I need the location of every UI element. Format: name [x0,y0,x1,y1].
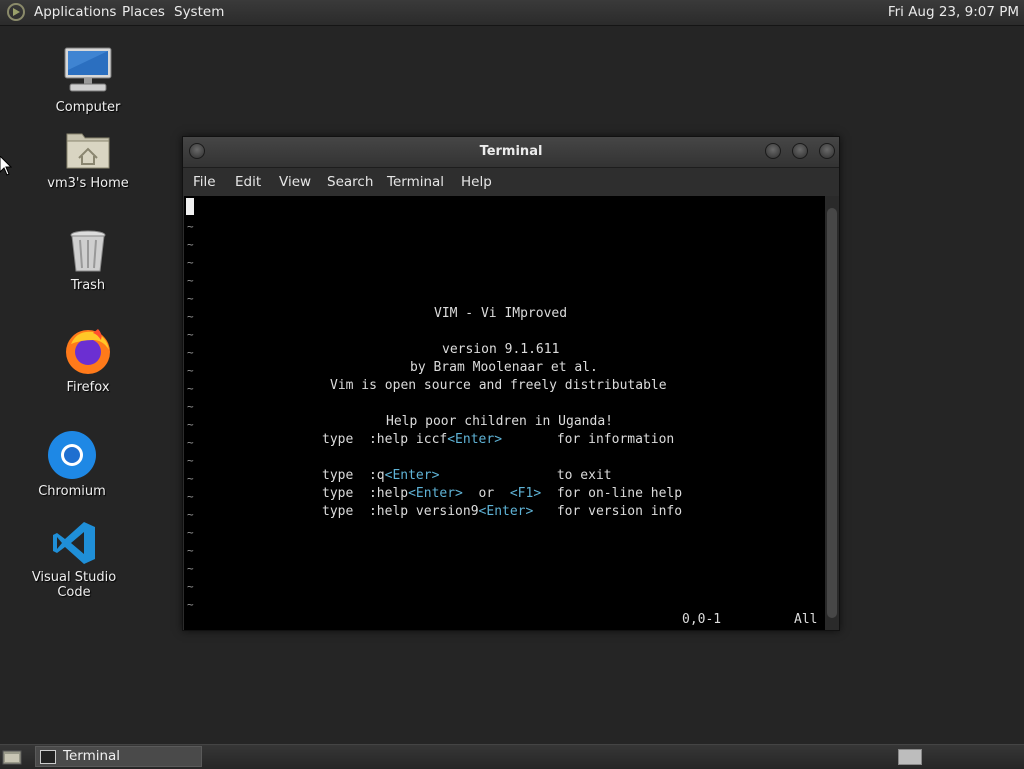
desktop-icon-chromium[interactable]: Chromium [12,430,132,499]
desktop-icon-home[interactable]: vm3's Home [28,128,148,191]
vim-help-line: type :help iccf<Enter> for information [322,432,675,447]
taskbar-terminal-button[interactable]: Terminal [35,746,202,767]
desktop-icon-label: Trash [70,278,106,293]
vim-tilde-marker: ~ [187,400,194,413]
desktop-icon-label: Chromium [38,484,106,499]
vim-tilde-marker: ~ [187,418,194,431]
computer-icon [64,47,112,92]
maximize-button[interactable] [792,143,808,159]
minimize-button[interactable] [765,143,781,159]
menu-file[interactable]: File [193,174,216,190]
vim-tilde-marker: ~ [187,436,194,449]
workspace-switcher[interactable] [898,749,922,765]
vim-tilde-marker: ~ [187,346,194,359]
vim-tilde-marker: ~ [187,580,194,593]
vim-tilde-marker: ~ [187,220,194,233]
menu-help[interactable]: Help [461,174,492,190]
desktop-icon-trash[interactable]: Trash [28,228,148,293]
menu-search[interactable]: Search [327,174,373,190]
desktop-icon-label: Firefox [66,380,110,395]
vim-charity: Help poor children in Uganda! [386,414,613,429]
terminal-screen[interactable]: ~ ~ ~ ~ ~ ~ ~ ~ ~ ~ ~ ~ ~ ~ ~ ~ ~ ~ ~ ~ ~ ~ VIM - Vi IMproved… [184,196,825,630]
vim-tilde-marker: ~ [187,526,194,539]
vim-help-line: type :help<Enter> or <F1> for on-line he… [322,486,683,501]
vim-cursor-position: 0,0-1 [682,612,722,627]
vim-tilde-marker: ~ [187,292,194,305]
chromium-icon [48,431,96,479]
vim-tilde-marker: ~ [187,256,194,269]
menu-terminal[interactable]: Terminal [387,174,444,190]
vim-tilde-marker: ~ [187,544,194,557]
vim-title-line: VIM - Vi IMproved [434,306,568,321]
bottom-taskbar: Terminal [0,744,1024,769]
system-menu[interactable]: System [174,4,224,20]
trash-icon [70,230,106,272]
close-button[interactable] [819,143,835,159]
terminal-icon [40,750,56,764]
window-title: Terminal [479,144,543,159]
top-panel: Applications Places System Fri Aug 23, 9… [0,0,1024,26]
places-menu[interactable]: Places [122,4,165,20]
vim-scroll-indicator: All [794,612,818,627]
terminal-window[interactable]: Terminal File Edit View Search Terminal … [182,136,840,631]
vim-tilde-marker: ~ [187,364,194,377]
vim-tilde-marker: ~ [187,508,194,521]
taskbar-button-label: Terminal [63,748,121,764]
vscode-icon [53,522,95,564]
clock[interactable]: Fri Aug 23, 9:07 PM [888,4,1019,20]
vim-tilde-marker: ~ [187,238,194,251]
menu-view[interactable]: View [279,174,311,190]
applications-menu[interactable]: Applications [34,4,116,20]
text-cursor [186,198,194,215]
vim-tilde-marker: ~ [187,310,194,323]
desktop-icon-label: Computer [55,100,121,115]
desktop-icon-label: vm3's Home [47,176,129,191]
vim-tilde-marker: ~ [187,454,194,467]
distro-logo-icon[interactable] [6,3,26,21]
vim-tilde-marker: ~ [187,328,194,341]
vim-version: version 9.1.611 [442,342,560,357]
scrollbar-thumb[interactable] [827,208,837,618]
desktop-icon-computer[interactable]: Computer [28,44,148,115]
vim-tilde-marker: ~ [187,490,194,503]
terminal-menubar: File Edit View Search Terminal Help [183,168,839,196]
vim-tilde-marker: ~ [187,598,194,611]
vim-tilde-marker: ~ [187,472,194,485]
terminal-scrollbar[interactable] [825,196,839,630]
vim-tilde-marker: ~ [187,274,194,287]
vim-tilde-marker: ~ [187,562,194,575]
vim-help-line: type :help version9<Enter> for version i… [322,504,683,519]
mouse-pointer-icon [0,156,12,176]
show-desktop-icon[interactable] [2,748,22,766]
terminal-titlebar[interactable]: Terminal [183,137,839,168]
menu-edit[interactable]: Edit [235,174,261,190]
desktop-icon-label: Visual Studio Code [31,570,117,600]
vim-license: Vim is open source and freely distributa… [330,378,667,393]
vim-help-line: type :q<Enter> to exit [322,468,612,483]
vim-author: by Bram Moolenaar et al. [410,360,598,375]
desktop-icon-vscode[interactable]: Visual Studio Code [14,520,134,600]
firefox-icon [66,329,110,374]
desktop-icon-firefox[interactable]: Firefox [28,326,148,395]
home-folder-icon [66,133,110,169]
vim-tilde-marker: ~ [187,382,194,395]
